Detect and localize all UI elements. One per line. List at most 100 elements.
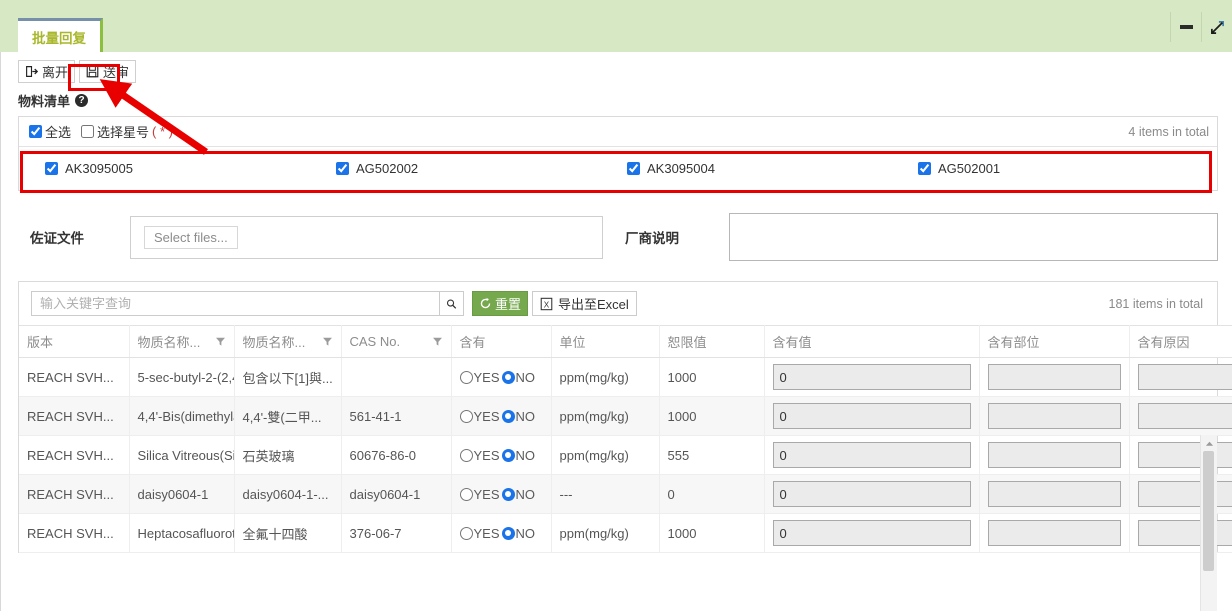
contain-part-input[interactable] <box>987 364 1121 390</box>
contain-part-input[interactable] <box>987 442 1121 468</box>
contain-reason-input[interactable] <box>1137 403 1232 429</box>
material-item[interactable]: AG502001 <box>918 161 1209 176</box>
contain-value-input[interactable] <box>772 403 971 429</box>
col-cas-no-label: CAS No. <box>349 334 401 349</box>
select-star-checkbox[interactable] <box>81 125 95 138</box>
expand-button[interactable] <box>1201 12 1232 42</box>
cell-contain-value[interactable] <box>764 513 980 553</box>
radio-yes-label: YES <box>473 408 500 424</box>
cell-name-en: daisy0604-1 <box>129 474 235 514</box>
radio-no[interactable]: NO <box>501 526 535 541</box>
contain-value-input[interactable] <box>772 520 971 546</box>
page-body: 离开 送审 物料清单 ? 全选 选择星号 (*) 4 items in to… <box>0 52 1232 611</box>
material-item[interactable]: AG502002 <box>336 161 627 176</box>
select-all-checkbox-group[interactable]: 全选 <box>29 122 71 141</box>
material-items-grid: AK3095005 AG502002 AK3095004 AG502001 <box>19 147 1217 190</box>
filter-icon[interactable] <box>432 336 443 347</box>
radio-no[interactable]: NO <box>501 448 535 463</box>
radio-yes[interactable]: YES <box>459 370 500 385</box>
minimize-button[interactable] <box>1170 12 1201 42</box>
cell-contain-value[interactable] <box>764 435 980 475</box>
cell-contain[interactable]: YES NO <box>451 396 552 436</box>
cell-cas: 376-06-7 <box>341 513 452 553</box>
cell-contain-value[interactable] <box>764 396 980 436</box>
cell-contain-value[interactable] <box>764 474 980 514</box>
col-substance-name-en[interactable]: 物质名称... <box>129 325 235 358</box>
search-button[interactable] <box>439 291 464 316</box>
file-drop-area[interactable]: Select files... <box>130 215 603 259</box>
contain-reason-input[interactable] <box>1137 520 1232 546</box>
action-toolbar: 离开 送审 <box>0 52 1232 83</box>
filter-icon[interactable] <box>322 336 333 347</box>
col-contain[interactable]: 含有 <box>451 325 552 358</box>
col-limit[interactable]: 恕限值 <box>659 325 765 358</box>
contain-part-input[interactable] <box>987 520 1121 546</box>
cell-contain[interactable]: YES NO <box>451 435 552 475</box>
table-vertical-scrollbar[interactable] <box>1200 435 1217 611</box>
select-files-button[interactable]: Select files... <box>144 225 238 249</box>
reset-button[interactable]: 重置 <box>472 291 529 316</box>
remark-textarea[interactable] <box>729 213 1218 261</box>
scroll-up-button[interactable] <box>1201 435 1217 451</box>
material-list-label: 物料清单 <box>18 94 71 109</box>
cell-contain-part[interactable] <box>979 513 1130 553</box>
select-star-checkbox-group[interactable]: 选择星号 ( * ) <box>81 122 173 141</box>
table-row[interactable]: REACH SVH... Heptacosafluorot 全氟十四酸 376-… <box>19 513 1232 553</box>
question-icon[interactable]: ? <box>75 94 89 107</box>
material-item-checkbox[interactable] <box>45 162 58 175</box>
cell-contain-part[interactable] <box>979 357 1130 397</box>
material-item-checkbox[interactable] <box>918 162 931 175</box>
submit-button[interactable]: 送审 <box>79 60 137 83</box>
window-controls <box>1170 12 1232 42</box>
col-contain-part[interactable]: 含有部位 <box>979 325 1130 358</box>
material-item[interactable]: AK3095005 <box>45 161 336 176</box>
leave-button[interactable]: 离开 <box>18 60 76 83</box>
contain-value-input[interactable] <box>772 364 971 390</box>
search-input[interactable] <box>31 291 439 316</box>
tab-batch-reply[interactable]: 批量回复 <box>18 18 103 52</box>
radio-yes[interactable]: YES <box>459 526 500 541</box>
table-row[interactable]: REACH SVH... Silica Vitreous(Si 石英玻璃 606… <box>19 435 1232 475</box>
material-list-title: 物料清单 ? <box>18 91 1232 110</box>
contain-part-input[interactable] <box>987 403 1121 429</box>
table-row[interactable]: REACH SVH... 5-sec-butyl-2-(2,4 包含以下[1]與… <box>19 357 1232 397</box>
cell-contain-value[interactable] <box>764 357 980 397</box>
cell-contain[interactable]: YES NO <box>451 513 552 553</box>
col-contain-value[interactable]: 含有值 <box>764 325 980 358</box>
col-contain-reason[interactable]: 含有原因 <box>1129 325 1232 358</box>
radio-yes[interactable]: YES <box>459 487 500 502</box>
table-row[interactable]: REACH SVH... daisy0604-1 daisy0604-1-...… <box>19 474 1232 514</box>
export-excel-button[interactable]: X 导出至Excel <box>532 291 637 316</box>
radio-no[interactable]: NO <box>501 370 535 385</box>
contain-reason-input[interactable] <box>1137 442 1232 468</box>
contain-value-input[interactable] <box>772 442 971 468</box>
material-item-checkbox[interactable] <box>627 162 640 175</box>
contain-part-input[interactable] <box>987 481 1121 507</box>
col-substance-name-cn[interactable]: 物质名称... <box>234 325 342 358</box>
table-row[interactable]: REACH SVH... 4,4'-Bis(dimethyla 4,4'-雙(二… <box>19 396 1232 436</box>
submit-label: 送审 <box>103 65 130 80</box>
cell-contain-reason[interactable] <box>1129 396 1232 436</box>
filter-icon[interactable] <box>215 336 226 347</box>
contain-value-input[interactable] <box>772 481 971 507</box>
scrollbar-thumb[interactable] <box>1203 451 1214 571</box>
col-unit[interactable]: 单位 <box>551 325 660 358</box>
cell-contain-reason[interactable] <box>1129 357 1232 397</box>
material-item[interactable]: AK3095004 <box>627 161 918 176</box>
contain-reason-input[interactable] <box>1137 481 1232 507</box>
radio-yes[interactable]: YES <box>459 408 500 424</box>
cell-contain[interactable]: YES NO <box>451 357 552 397</box>
material-item-checkbox[interactable] <box>336 162 349 175</box>
select-all-checkbox[interactable] <box>29 125 42 138</box>
cell-contain-part[interactable] <box>979 396 1130 436</box>
cell-contain[interactable]: YES NO <box>451 474 552 514</box>
radio-yes[interactable]: YES <box>459 448 500 463</box>
contain-reason-input[interactable] <box>1137 364 1232 390</box>
material-selection-panel: 全选 选择星号 ( * ) 4 items in total AK3095005… <box>18 116 1218 191</box>
cell-contain-part[interactable] <box>979 474 1130 514</box>
col-version[interactable]: 版本 <box>19 325 130 358</box>
radio-no[interactable]: NO <box>501 487 535 502</box>
col-cas-no[interactable]: CAS No. <box>341 325 452 358</box>
cell-contain-part[interactable] <box>979 435 1130 475</box>
radio-no[interactable]: NO <box>501 409 535 424</box>
